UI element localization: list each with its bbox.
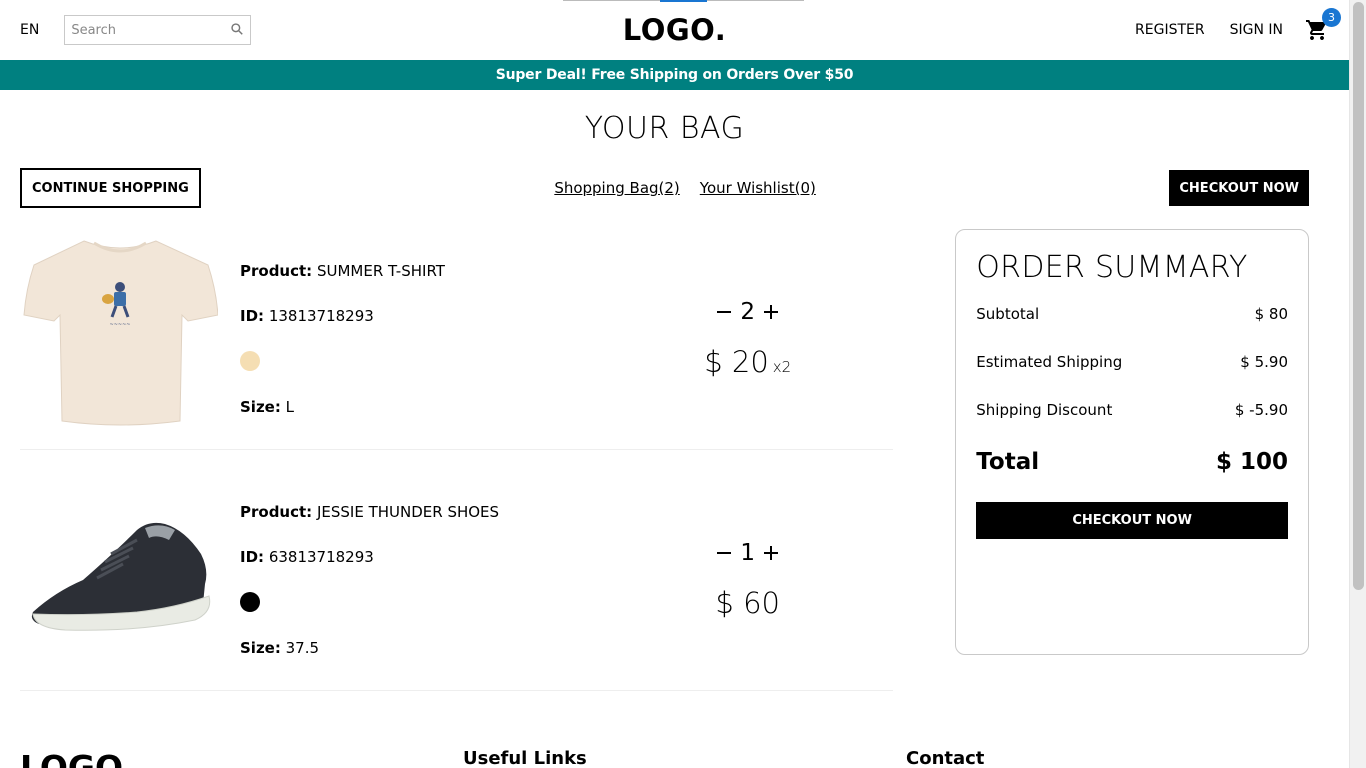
cart-item: Product: JESSIE THUNDER SHOES ID: 638137… [20, 470, 893, 690]
product-price: $ 60 [715, 586, 780, 620]
shopping-cart-icon[interactable]: 3 [1305, 8, 1341, 42]
product-name-value: SUMMER T-SHIRT [316, 262, 445, 281]
product-details: Product: JESSIE THUNDER SHOES ID: 638137… [220, 470, 519, 690]
product-id-label: ID: [240, 306, 265, 325]
sign-in-link[interactable]: SIGN IN [1230, 22, 1283, 38]
navbar: EN LOGO. REGISTER SIGN IN 3 [0, 0, 1349, 60]
summary-discount: Shipping Discount $ -5.90 [976, 401, 1288, 419]
product-price-detail: 1 $ 60 [602, 470, 893, 690]
footer-useful-links-heading: Useful Links [463, 748, 587, 768]
product-id: ID: 63813718293 [240, 548, 499, 566]
total-label: Total [976, 449, 1040, 475]
summary-subtotal: Subtotal $ 80 [976, 305, 1288, 323]
product-name-value: JESSIE THUNDER SHOES [316, 503, 500, 522]
cart-top-row: CONTINUE SHOPPING Shopping Bag(2) Your W… [20, 168, 1309, 208]
shipping-label: Estimated Shipping [976, 353, 1123, 371]
product-size-value: L [285, 397, 294, 416]
cart-item: ~~~~~ Product: SUMMER T-SHIRT ID: 138137… [20, 229, 893, 449]
search-container [64, 15, 252, 45]
scrollbar-thumb[interactable] [1353, 2, 1364, 590]
navbar-left: EN [20, 15, 675, 45]
subtotal-value: $ 80 [1254, 305, 1288, 323]
discount-label: Shipping Discount [976, 401, 1113, 419]
product-color-swatch [240, 592, 260, 613]
summary-total: Total $ 100 [976, 449, 1288, 475]
product-details: Product: SUMMER T-SHIRT ID: 13813718293 … [220, 229, 465, 449]
product-id-label: ID: [240, 547, 265, 566]
wishlist-link[interactable]: Your Wishlist(0) [700, 179, 816, 197]
product-image-shoes[interactable] [20, 470, 220, 670]
page-scrollbar[interactable] [1349, 0, 1366, 768]
page-title: YOUR BAG [584, 111, 745, 146]
product-price: $ 20 x2 [704, 345, 791, 379]
continue-shopping-button[interactable]: CONTINUE SHOPPING [20, 168, 201, 208]
plus-icon[interactable] [760, 300, 782, 324]
minus-icon[interactable] [713, 300, 735, 324]
quantity-value: 1 [740, 540, 756, 566]
product-price-value: $ 60 [715, 586, 780, 620]
logo[interactable]: LOGO. [623, 13, 726, 47]
product-price-value: $ 20 [704, 345, 769, 379]
product-price-multiplier: x2 [772, 358, 792, 376]
svg-text:~~~~~: ~~~~~ [110, 322, 131, 328]
cart-content: ~~~~~ Product: SUMMER T-SHIRT ID: 138137… [20, 229, 1309, 711]
subtotal-label: Subtotal [976, 305, 1040, 323]
product-name: Product: JESSIE THUNDER SHOES [240, 503, 499, 521]
product-detail: Product: JESSIE THUNDER SHOES ID: 638137… [20, 470, 602, 690]
cart-items: ~~~~~ Product: SUMMER T-SHIRT ID: 138137… [20, 229, 894, 711]
quantity-value: 2 [740, 299, 756, 325]
product-size-value: 37.5 [285, 638, 320, 657]
search-input[interactable] [71, 22, 231, 38]
page: EN LOGO. REGISTER SIGN IN 3 Super Deal! … [0, 0, 1349, 768]
product-size: Size: L [240, 398, 445, 416]
quantity-stepper: 2 [713, 299, 782, 325]
shipping-value: $ 5.90 [1240, 353, 1288, 371]
shopping-bag-link[interactable]: Shopping Bag(2) [554, 179, 679, 197]
minus-icon[interactable] [713, 541, 735, 565]
plus-icon[interactable] [760, 541, 782, 565]
search-icon[interactable] [230, 21, 244, 40]
order-summary: ORDER SUMMARY Subtotal $ 80 Estimated Sh… [955, 229, 1309, 655]
summary-shipping: Estimated Shipping $ 5.90 [976, 353, 1288, 371]
product-id-value: 63813718293 [268, 547, 374, 566]
language-selector[interactable]: EN [20, 22, 39, 38]
product-size: Size: 37.5 [240, 639, 499, 657]
footer-contact-heading: Contact [906, 748, 985, 768]
item-divider [20, 690, 894, 691]
cart-main: YOUR BAG CONTINUE SHOPPING Shopping Bag(… [0, 90, 1349, 711]
checkout-now-button[interactable]: CHECKOUT NOW [976, 502, 1288, 539]
product-size-label: Size: [240, 638, 281, 657]
cart-count-badge: 3 [1322, 8, 1341, 27]
navbar-right: REGISTER SIGN IN 3 [675, 8, 1341, 42]
quantity-stepper: 1 [713, 540, 782, 566]
product-id-value: 13813718293 [268, 306, 374, 325]
product-id: ID: 13813718293 [240, 307, 445, 325]
product-image-tshirt[interactable]: ~~~~~ [20, 229, 220, 429]
product-name-label: Product: [240, 262, 313, 281]
product-size-label: Size: [240, 397, 281, 416]
announcement-bar: Super Deal! Free Shipping on Orders Over… [0, 60, 1349, 90]
checkout-now-top-button[interactable]: CHECKOUT NOW [1169, 170, 1309, 206]
footer-logo: LOGO. [20, 748, 135, 768]
cart-tabs: Shopping Bag(2) Your Wishlist(0) [554, 179, 816, 197]
footer-brand: LOGO. [20, 748, 463, 768]
product-price-detail: 2 $ 20 x2 [602, 229, 893, 449]
item-divider [20, 449, 894, 450]
footer-links: Useful Links [463, 748, 906, 768]
product-name: Product: SUMMER T-SHIRT [240, 262, 445, 280]
register-link[interactable]: REGISTER [1135, 22, 1205, 38]
product-detail: ~~~~~ Product: SUMMER T-SHIRT ID: 138137… [20, 229, 602, 449]
footer: LOGO. Useful Links Contact [20, 748, 1349, 768]
product-name-label: Product: [240, 503, 313, 522]
footer-contact: Contact [906, 748, 1349, 768]
order-summary-title: ORDER SUMMARY [976, 250, 1248, 285]
total-value: $ 100 [1215, 449, 1288, 475]
product-color-swatch [240, 351, 260, 372]
discount-value: $ -5.90 [1234, 401, 1288, 419]
